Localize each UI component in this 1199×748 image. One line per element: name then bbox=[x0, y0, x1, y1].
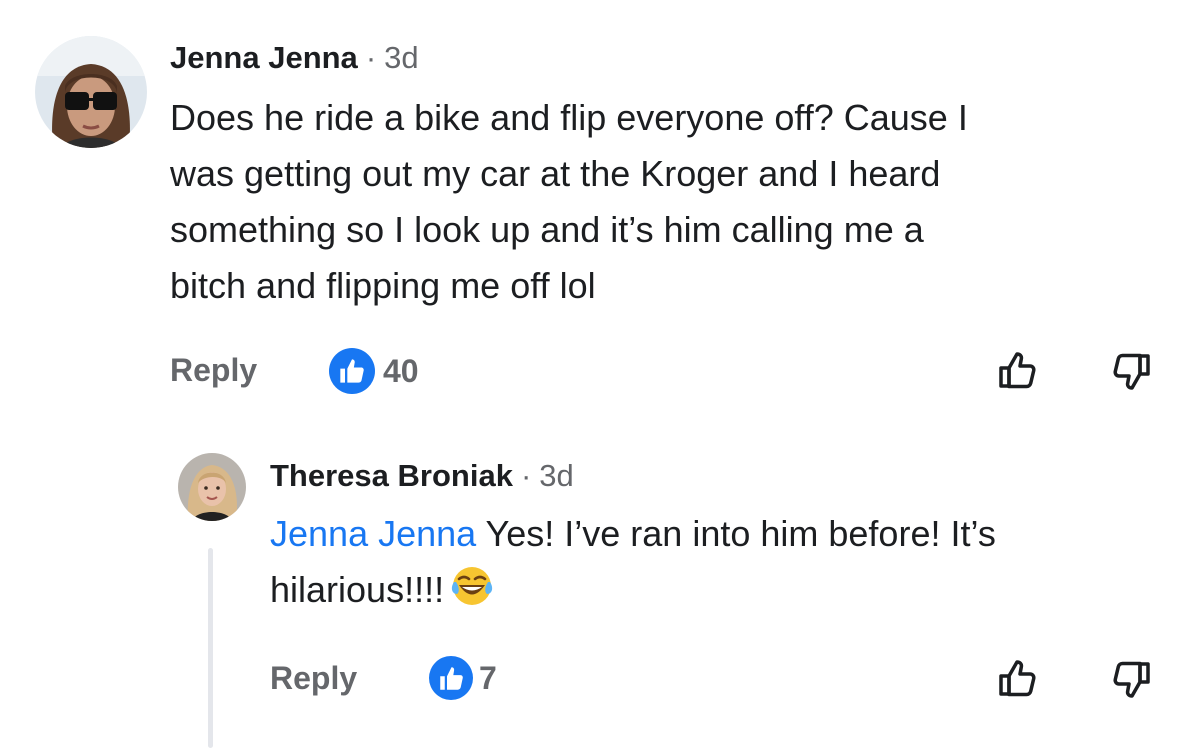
reply-line: Jenna Jenna Yes! I’ve ran into him befor… bbox=[270, 506, 996, 562]
profile-photo-icon bbox=[35, 36, 147, 148]
comment-line: Does he ride a bike and flip everyone of… bbox=[170, 97, 968, 138]
reaction-summary[interactable]: 40 bbox=[329, 348, 419, 394]
reaction-count: 40 bbox=[383, 352, 419, 389]
upvote-icon[interactable] bbox=[995, 656, 1039, 700]
comment-body: Does he ride a bike and flip everyone of… bbox=[170, 90, 968, 314]
reply-line: hilarious!!!! bbox=[270, 562, 996, 624]
thumbs-up-icon bbox=[429, 656, 473, 700]
reply-text: hilarious!!!! bbox=[270, 569, 445, 610]
comment-timestamp[interactable]: 3d bbox=[384, 40, 418, 76]
laughing-tears-emoji-icon bbox=[450, 564, 494, 624]
separator-dot: · bbox=[365, 40, 377, 75]
reply-thread-line bbox=[208, 548, 213, 748]
comment-line: was getting out my car at the Kroger and… bbox=[170, 153, 941, 194]
avatar[interactable] bbox=[178, 453, 246, 521]
reply-text: Yes! I’ve ran into him before! It’s bbox=[476, 513, 996, 554]
reaction-count: 7 bbox=[479, 659, 497, 696]
thumbs-up-icon bbox=[329, 348, 375, 394]
separator-dot: · bbox=[520, 458, 532, 493]
reaction-summary[interactable]: 7 bbox=[429, 656, 497, 700]
reply-body: Jenna Jenna Yes! I’ve ran into him befor… bbox=[270, 506, 996, 624]
comment-header: Jenna Jenna · 3d bbox=[170, 40, 419, 76]
downvote-icon[interactable] bbox=[1110, 350, 1154, 394]
reply-timestamp[interactable]: 3d bbox=[539, 458, 573, 494]
reply-button[interactable]: Reply bbox=[270, 660, 357, 697]
comment-line: something so I look up and it’s him call… bbox=[170, 209, 924, 250]
mention-link[interactable]: Jenna Jenna bbox=[270, 513, 476, 554]
downvote-icon[interactable] bbox=[1110, 658, 1154, 702]
comment-line: bitch and flipping me off lol bbox=[170, 265, 596, 306]
reply-author[interactable]: Theresa Broniak bbox=[270, 458, 513, 494]
upvote-icon[interactable] bbox=[995, 348, 1039, 392]
reply-button[interactable]: Reply bbox=[170, 352, 257, 389]
profile-photo-icon bbox=[178, 453, 246, 521]
reply-header: Theresa Broniak · 3d bbox=[270, 458, 574, 494]
comment-author[interactable]: Jenna Jenna bbox=[170, 40, 358, 76]
avatar[interactable] bbox=[35, 36, 147, 148]
